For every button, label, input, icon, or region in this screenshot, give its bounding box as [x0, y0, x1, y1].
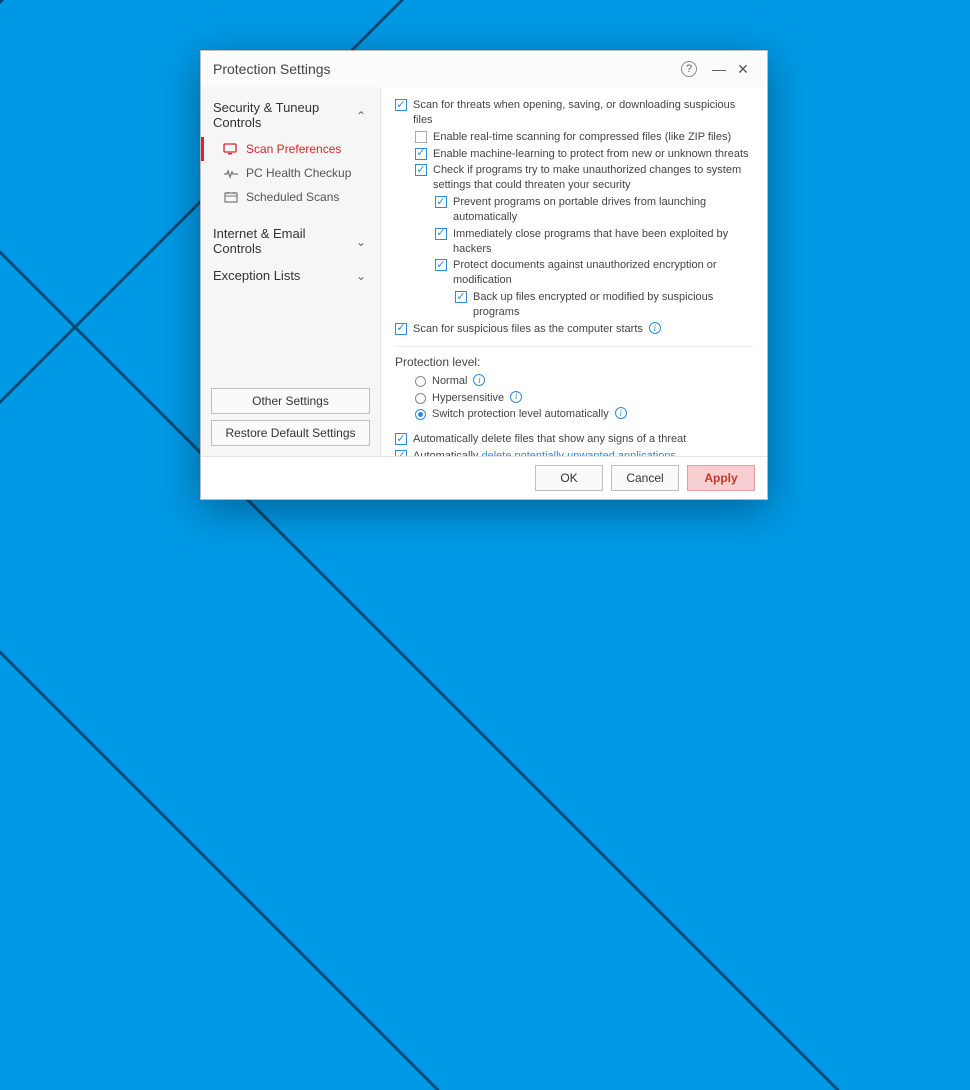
nav-item-label: Scheduled Scans — [246, 190, 339, 204]
nav-group-internet[interactable]: Internet & Email Controls ⌄ — [201, 221, 380, 263]
nav-group-security[interactable]: Security & Tuneup Controls ⌃ — [201, 95, 380, 137]
radio-auto[interactable] — [415, 409, 426, 420]
titlebar: Protection Settings ? — ✕ — [201, 51, 767, 87]
close-button[interactable]: ✕ — [731, 61, 755, 78]
dialog-footer: OK Cancel Apply — [201, 456, 767, 499]
option-label: Prevent programs on portable drives from… — [453, 195, 753, 225]
settings-dialog: Protection Settings ? — ✕ Security & Tun… — [200, 50, 768, 500]
option-label: Automatically delete potentially unwante… — [413, 449, 676, 456]
other-settings-button[interactable]: Other Settings — [211, 388, 370, 414]
apply-button[interactable]: Apply — [687, 465, 755, 491]
checkbox-backup-encrypted[interactable]: ✓ — [455, 291, 467, 303]
chevron-up-icon: ⌃ — [354, 109, 368, 123]
info-icon[interactable]: i — [510, 391, 522, 403]
checkbox-enable-ml[interactable]: ✓ — [415, 148, 427, 160]
option-label: Back up files encrypted or modified by s… — [473, 290, 753, 320]
content-pane: ✓ Scan for threats when opening, saving,… — [381, 87, 767, 456]
checkbox-realtime-zip[interactable]: ✓ — [415, 131, 427, 143]
radio-hypersensitive[interactable] — [415, 393, 426, 404]
checkbox-auto-delete-pua[interactable]: ✓ — [395, 450, 407, 456]
nav-item-scan-preferences[interactable]: Scan Preferences — [201, 137, 380, 161]
option-label: Enable real-time scanning for compressed… — [433, 130, 731, 145]
option-label: Automatically delete files that show any… — [413, 432, 686, 447]
protection-level-title: Protection level: — [395, 355, 753, 369]
ok-button[interactable]: OK — [535, 465, 603, 491]
calendar-icon — [222, 190, 240, 204]
nav-item-label: Scan Preferences — [246, 142, 341, 156]
option-label: Switch protection level automatically — [432, 407, 609, 422]
link-pua[interactable]: delete potentially unwanted applications — [481, 450, 675, 456]
info-icon[interactable]: i — [615, 407, 627, 419]
option-label: Immediately close programs that have bee… — [453, 227, 753, 257]
option-label: Scan for suspicious files as the compute… — [413, 322, 643, 337]
cancel-button[interactable]: Cancel — [611, 465, 679, 491]
option-label: Enable machine-learning to protect from … — [433, 147, 749, 162]
nav-group-exceptions[interactable]: Exception Lists ⌄ — [201, 263, 380, 290]
nav-item-pc-health[interactable]: PC Health Checkup — [201, 161, 380, 185]
sidebar: Security & Tuneup Controls ⌃ Scan Prefer… — [201, 87, 381, 456]
restore-defaults-button[interactable]: Restore Default Settings — [211, 420, 370, 446]
checkbox-scan-threats[interactable]: ✓ — [395, 99, 407, 111]
window-title: Protection Settings — [213, 61, 331, 77]
checkbox-check-programs[interactable]: ✓ — [415, 164, 427, 176]
option-label: Normal — [432, 374, 467, 389]
monitor-icon — [222, 142, 240, 156]
checkbox-scan-startup[interactable]: ✓ — [395, 323, 407, 335]
help-icon[interactable]: ? — [681, 61, 697, 77]
checkbox-protect-docs[interactable]: ✓ — [435, 259, 447, 271]
option-label: Scan for threats when opening, saving, o… — [413, 98, 753, 128]
chevron-down-icon: ⌄ — [354, 235, 368, 249]
option-label: Hypersensitive — [432, 391, 504, 406]
nav-item-scheduled-scans[interactable]: Scheduled Scans — [201, 185, 380, 209]
info-icon[interactable]: i — [649, 322, 661, 334]
nav-item-label: PC Health Checkup — [246, 166, 351, 180]
option-label: Protect documents against unauthorized e… — [453, 258, 753, 288]
info-icon[interactable]: i — [473, 374, 485, 386]
heartbeat-icon — [222, 166, 240, 180]
checkbox-auto-delete-threat[interactable]: ✓ — [395, 433, 407, 445]
checkbox-prevent-portable[interactable]: ✓ — [435, 196, 447, 208]
option-label: Check if programs try to make unauthoriz… — [433, 163, 753, 193]
checkbox-close-exploited[interactable]: ✓ — [435, 228, 447, 240]
radio-normal[interactable] — [415, 376, 426, 387]
minimize-button[interactable]: — — [707, 61, 731, 77]
chevron-down-icon: ⌄ — [354, 269, 368, 283]
